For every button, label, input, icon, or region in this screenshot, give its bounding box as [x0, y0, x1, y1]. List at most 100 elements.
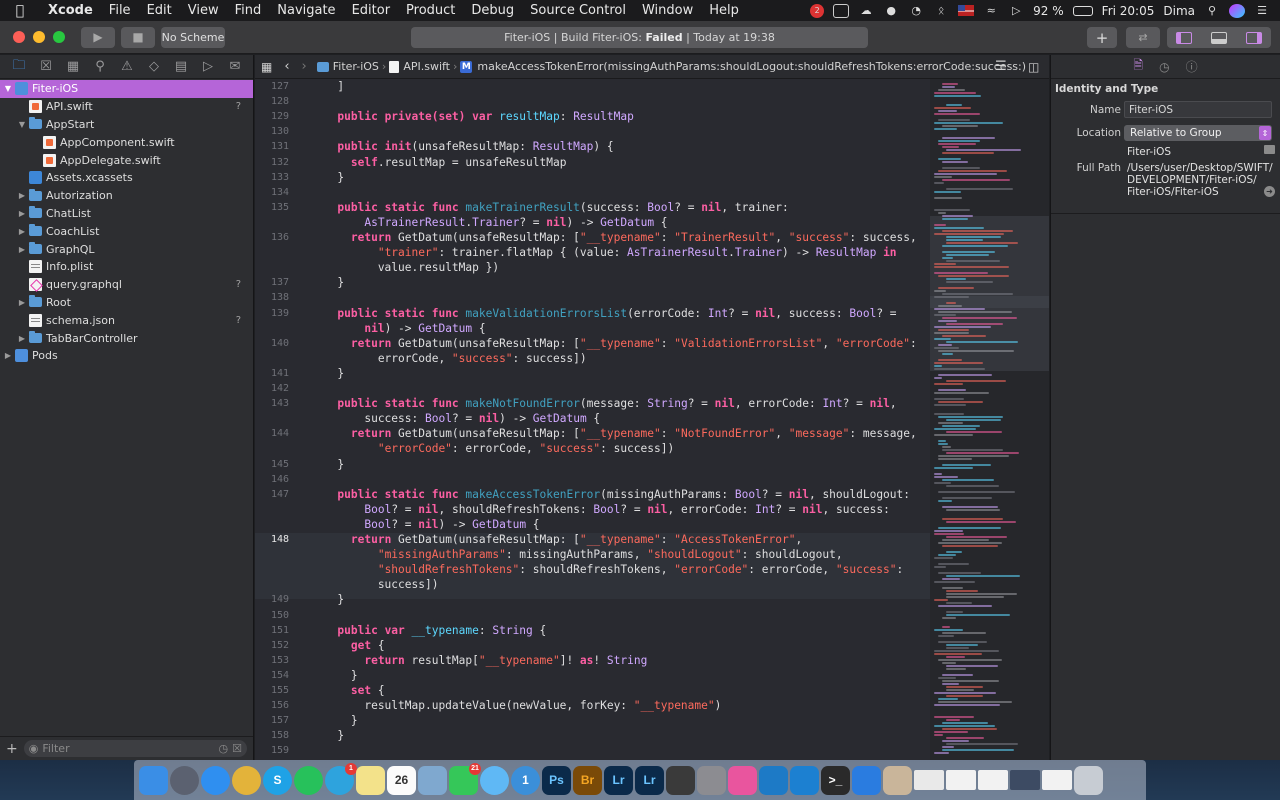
dock-window-5-icon[interactable]	[1042, 770, 1072, 790]
help-icon[interactable]: ⓘ	[1186, 58, 1198, 75]
toggle-navigator-icon[interactable]	[1167, 27, 1202, 48]
battery-icon[interactable]	[1072, 5, 1093, 16]
menu-product[interactable]: Product	[398, 3, 463, 18]
recent-files-icon[interactable]: ◷	[219, 742, 229, 755]
scm-filter-icon[interactable]: ☒	[232, 742, 242, 755]
forward-icon[interactable]: ›	[302, 59, 307, 74]
tree-item[interactable]: ▶ CoachList	[0, 222, 253, 240]
disclosure-closed-icon[interactable]: ▶	[17, 209, 27, 218]
menu-find[interactable]: Find	[227, 3, 270, 18]
tree-item[interactable]: AppDelegate.swift	[0, 151, 253, 169]
menu-app[interactable]: Xcode	[40, 3, 101, 18]
tree-item[interactable]: schema.json?	[0, 311, 253, 329]
toggle-debug-area-icon[interactable]	[1202, 27, 1237, 48]
disclosure-closed-icon[interactable]: ▶	[3, 351, 13, 360]
dock-calendar-icon[interactable]: 26	[387, 765, 416, 795]
code-area[interactable]: ] public private(set) var resultMap: Res…	[255, 79, 930, 760]
stop-button[interactable]: ■	[121, 26, 155, 48]
debug-icon[interactable]: ▤	[173, 59, 189, 74]
grid-icon[interactable]: ▦	[261, 60, 272, 74]
menu-edit[interactable]: Edit	[139, 3, 180, 18]
library-button[interactable]: +	[1087, 27, 1117, 48]
dock-finder-icon[interactable]	[139, 765, 168, 795]
dock-window-3-icon[interactable]	[978, 770, 1008, 790]
wifi-icon[interactable]: ≈	[983, 4, 999, 18]
tree-item[interactable]: ▶ Autorization	[0, 187, 253, 205]
tree-item[interactable]: ▶ Root	[0, 294, 253, 312]
add-icon[interactable]: +	[6, 741, 18, 757]
menu-debug[interactable]: Debug	[463, 3, 522, 18]
dock-notes-icon[interactable]	[356, 765, 385, 795]
tree-item[interactable]: AppComponent.swift	[0, 133, 253, 151]
disclosure-closed-icon[interactable]: ▶	[17, 298, 27, 307]
dock-window-1-icon[interactable]	[914, 770, 944, 790]
scheme-selector[interactable]: No Scheme	[161, 26, 225, 48]
dock-terminal-icon[interactable]: >_	[821, 765, 850, 795]
siri-icon[interactable]	[1229, 3, 1245, 18]
creative-cloud-icon[interactable]: ☁	[858, 4, 874, 18]
dock-safari-icon[interactable]	[201, 765, 230, 795]
timemachine-icon[interactable]: ◔	[908, 4, 924, 18]
dock-skype-icon[interactable]: S	[263, 765, 292, 795]
source-control-icon[interactable]: ☒	[38, 59, 54, 74]
issue-icon[interactable]: ⚠	[119, 59, 135, 74]
folder-icon[interactable]: 🗀	[11, 56, 27, 78]
user-name[interactable]: Dima	[1163, 4, 1195, 18]
dock-trello-icon[interactable]	[759, 765, 788, 795]
tree-item[interactable]: ▶ TabBarController	[0, 329, 253, 347]
dock-preview-icon[interactable]	[418, 765, 447, 795]
name-field[interactable]: Fiter-iOS	[1124, 101, 1272, 118]
dock-window-2-icon[interactable]	[946, 770, 976, 790]
dock-window-4-icon[interactable]	[1010, 770, 1040, 790]
minimap[interactable]	[930, 79, 1049, 760]
menu-view[interactable]: View	[180, 3, 227, 18]
symbol-icon[interactable]: ▦	[65, 59, 81, 74]
history-icon[interactable]: ◷	[1159, 60, 1169, 74]
filter-input[interactable]: ◉ Filter ◷ ☒	[23, 740, 247, 757]
tree-item[interactable]: Info.plist	[0, 258, 253, 276]
disclosure-closed-icon[interactable]: ▶	[17, 334, 27, 343]
notification-center-icon[interactable]: ☰	[1254, 4, 1270, 18]
dock-1password-icon[interactable]: 1	[511, 765, 540, 795]
tree-item[interactable]: query.graphql?	[0, 276, 253, 294]
dock-trash-icon[interactable]	[1074, 765, 1103, 795]
find-icon[interactable]: ⚲	[92, 59, 108, 74]
tree-item[interactable]: ▼ AppStart	[0, 116, 253, 134]
dock-whatsapp-icon[interactable]	[294, 765, 323, 795]
breakpoint-icon[interactable]: ▷	[200, 59, 216, 74]
disclosure-closed-icon[interactable]: ▶	[17, 227, 27, 236]
dock-bridge-icon[interactable]: Br	[573, 765, 602, 795]
menu-window[interactable]: Window	[634, 3, 701, 18]
tree-item[interactable]: ▶ ChatList	[0, 205, 253, 223]
dock-system-preferences-icon[interactable]	[697, 765, 726, 795]
spotlight-icon[interactable]: ⚲	[1204, 4, 1220, 18]
toggle-inspector-icon[interactable]	[1236, 27, 1271, 48]
report-icon[interactable]: ✉	[227, 59, 243, 74]
reveal-in-finder-icon[interactable]: ➜	[1264, 186, 1275, 197]
test-icon[interactable]: ◇	[146, 59, 162, 74]
dock-final-cut-icon[interactable]	[666, 765, 695, 795]
run-button[interactable]: ▶	[81, 26, 115, 48]
code-review-button[interactable]: ⇄	[1126, 27, 1160, 48]
dock-lightroom-icon[interactable]: Lr	[604, 765, 633, 795]
tree-item[interactable]: ▼ Fiter-iOS	[0, 80, 253, 98]
reveal-folder-icon[interactable]	[1264, 145, 1275, 154]
disclosure-open-icon[interactable]: ▼	[17, 120, 27, 129]
tree-item[interactable]: Assets.xcassets	[0, 169, 253, 187]
disclosure-open-icon[interactable]: ▼	[3, 84, 13, 93]
dock-photo-icon[interactable]	[883, 765, 912, 795]
drop-icon[interactable]: ●	[883, 4, 899, 18]
dock-messages-icon[interactable]: 21	[449, 762, 481, 795]
clock[interactable]: Fri 20:05	[1102, 4, 1155, 18]
menu-source-control[interactable]: Source Control	[522, 3, 634, 18]
menu-help[interactable]: Help	[701, 3, 747, 18]
source-editor[interactable]: 127 128 129 130 131 132 133 134 135 136 137 138 139 1…	[255, 79, 930, 760]
dock-photoshop-icon[interactable]: Ps	[542, 765, 571, 795]
bluetooth-icon[interactable]: ᛟ	[933, 4, 949, 18]
tree-item[interactable]: ▶ Pods	[0, 347, 253, 365]
dock-app-icon[interactable]	[728, 765, 757, 795]
dock-chrome-icon[interactable]	[232, 765, 261, 795]
dock-xcode-icon[interactable]	[852, 765, 881, 795]
close-button[interactable]	[13, 31, 25, 43]
display-icon[interactable]	[833, 3, 850, 18]
